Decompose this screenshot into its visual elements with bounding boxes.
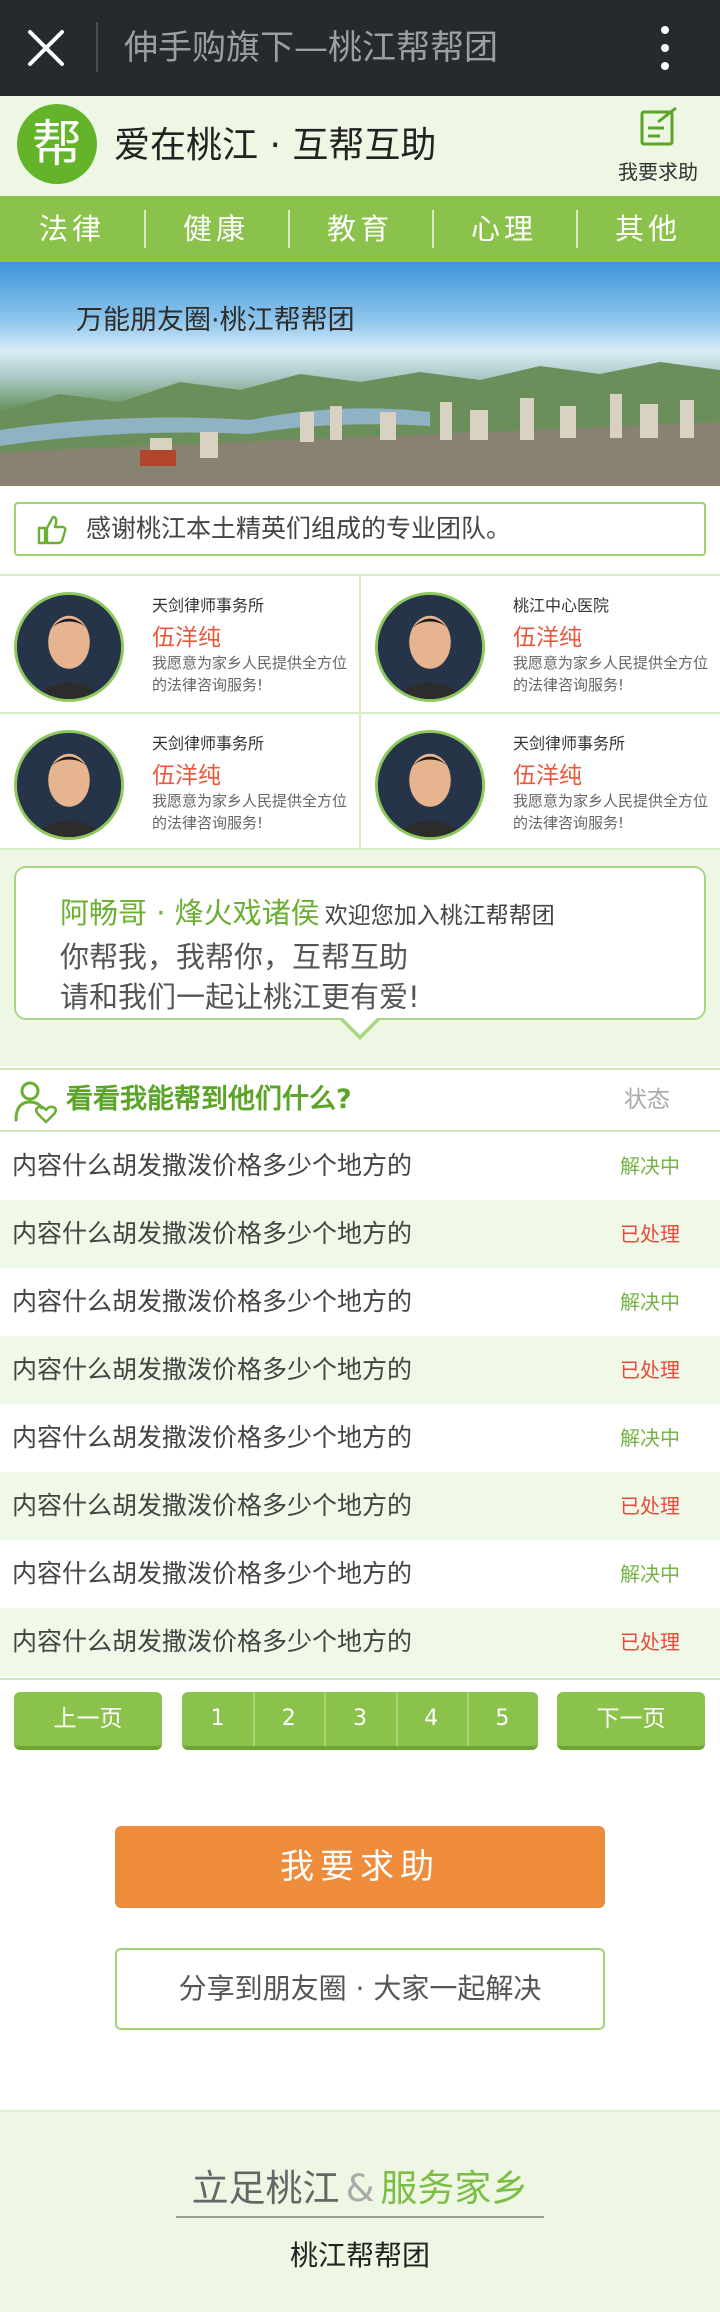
status-badge: 解决中 [620, 1154, 680, 1178]
city-skyline-image [0, 362, 720, 486]
expert-description: 我愿意为家乡人民提供全方位的法律咨询服务! [152, 654, 348, 694]
expert-description: 我愿意为家乡人民提供全方位的法律咨询服务! [513, 792, 709, 832]
status-badge: 解决中 [620, 1290, 680, 1314]
welcome-text: 欢迎您加入桃江帮帮团 [324, 903, 555, 929]
thanks-text: 感谢桃江本土精英们组成的专业团队。 [86, 514, 512, 543]
request-help-button[interactable]: 我要求助 [115, 1826, 605, 1908]
list-item-text[interactable]: 内容什么胡发撒泼价格多少个地方的 [12, 1336, 412, 1404]
list-item-text[interactable]: 内容什么胡发撒泼价格多少个地方的 [12, 1608, 412, 1676]
list-item-text[interactable]: 内容什么胡发撒泼价格多少个地方的 [12, 1200, 412, 1268]
avatar [375, 730, 485, 840]
list-item[interactable]: 内容什么胡发撒泼价格多少个地方的 已处理 [0, 1608, 720, 1676]
category-nav: 法律 健康 教育 心理 其他 [0, 196, 720, 262]
page-4-button[interactable]: 4 [395, 1692, 467, 1746]
footer-slogan: 立足桃江 & 服务家乡 [0, 2158, 720, 2212]
list-item-text[interactable]: 内容什么胡发撒泼价格多少个地方的 [12, 1540, 412, 1608]
avatar [14, 592, 124, 702]
page-1-button[interactable]: 1 [182, 1692, 253, 1746]
category-law[interactable]: 法律 [0, 196, 144, 262]
welcome-section: 阿畅哥 · 烽火戏诸侯 欢迎您加入桃江帮帮团 你帮我，我帮你，互帮互助 请和我们… [0, 850, 720, 1066]
list-item[interactable]: 内容什么胡发撒泼价格多少个地方的 解决中 [0, 1540, 720, 1608]
expert-organization: 天剑律师事务所 [513, 734, 626, 753]
top-bar: 伸手购旗下—桃江帮帮团 [0, 0, 720, 96]
page-5-button[interactable]: 5 [466, 1692, 538, 1746]
welcome-line-2: 你帮我，我帮你，互帮互助 [60, 940, 409, 974]
help-link-label: 我要求助 [618, 160, 698, 184]
logo: 帮 [17, 104, 97, 184]
status-badge: 已处理 [620, 1222, 680, 1246]
category-other[interactable]: 其他 [576, 196, 720, 262]
close-icon[interactable] [24, 26, 68, 70]
list-item-text[interactable]: 内容什么胡发撒泼价格多少个地方的 [12, 1268, 412, 1336]
list-item[interactable]: 内容什么胡发撒泼价格多少个地方的 解决中 [0, 1404, 720, 1472]
thumbs-up-icon [37, 515, 67, 545]
expert-card[interactable]: 天剑律师事务所 伍洋纯 我愿意为家乡人民提供全方位的法律咨询服务! [0, 576, 360, 712]
category-health[interactable]: 健康 [144, 196, 288, 262]
expert-organization: 桃江中心医院 [513, 596, 610, 615]
expert-organization: 天剑律师事务所 [152, 734, 265, 753]
topbar-divider [96, 22, 98, 72]
expert-name[interactable]: 伍洋纯 [152, 618, 221, 652]
expert-name[interactable]: 伍洋纯 [513, 756, 582, 790]
list-item[interactable]: 内容什么胡发撒泼价格多少个地方的 解决中 [0, 1268, 720, 1336]
welcome-line-3: 请和我们一起让桃江更有爱! [60, 980, 420, 1014]
slogan-left: 立足桃江 [191, 2167, 340, 2210]
welcome-line-1: 阿畅哥 · 烽火戏诸侯 欢迎您加入桃江帮帮团 [60, 890, 555, 932]
footer-team-name: 桃江帮帮团 [289, 2239, 430, 2272]
site-header: 帮 爱在桃江 · 互帮互助 我要求助 [0, 96, 720, 196]
list-item-text[interactable]: 内容什么胡发撒泼价格多少个地方的 [12, 1132, 412, 1200]
status-column-header: 状态 [624, 1087, 670, 1113]
help-list: 内容什么胡发撒泼价格多少个地方的 解决中 内容什么胡发撒泼价格多少个地方的 已处… [0, 1132, 720, 1676]
helping-person-icon [14, 1081, 58, 1124]
help-list-header: 看看我能帮到他们什么? 状态 [0, 1068, 720, 1132]
edit-note-icon [640, 106, 677, 146]
list-item[interactable]: 内容什么胡发撒泼价格多少个地方的 解决中 [0, 1132, 720, 1200]
pagination: 上一页 1 2 3 4 5 下一页 [0, 1678, 720, 1750]
status-badge: 解决中 [620, 1426, 680, 1450]
footer-divider [176, 2216, 544, 2218]
expert-organization: 天剑律师事务所 [152, 596, 265, 615]
list-item-text[interactable]: 内容什么胡发撒泼价格多少个地方的 [12, 1472, 412, 1540]
welcome-bubble: 阿畅哥 · 烽火戏诸侯 欢迎您加入桃江帮帮团 你帮我，我帮你，互帮互助 请和我们… [14, 866, 706, 1020]
list-item[interactable]: 内容什么胡发撒泼价格多少个地方的 已处理 [0, 1472, 720, 1540]
page-title: 伸手购旗下—桃江帮帮团 [124, 28, 498, 68]
category-education[interactable]: 教育 [288, 196, 432, 262]
banner-caption: 万能朋友圈·桃江帮帮团 [76, 305, 355, 336]
help-request-link[interactable]: 我要求助 [608, 106, 708, 185]
more-vertical-icon[interactable] [650, 22, 680, 74]
expert-description: 我愿意为家乡人民提供全方位的法律咨询服务! [152, 792, 348, 832]
slogan-ampersand: & [345, 2167, 375, 2210]
status-badge: 已处理 [620, 1630, 680, 1654]
avatar [14, 730, 124, 840]
user-nickname: 阿畅哥 · 烽火戏诸侯 [60, 896, 320, 930]
footer: 立足桃江 & 服务家乡 桃江帮帮团 [0, 2110, 720, 2312]
status-badge: 已处理 [620, 1358, 680, 1382]
expert-description: 我愿意为家乡人民提供全方位的法律咨询服务! [513, 654, 709, 694]
status-badge: 解决中 [620, 1562, 680, 1586]
help-list-title: 看看我能帮到他们什么? [66, 1084, 352, 1115]
page-3-button[interactable]: 3 [324, 1692, 395, 1746]
expert-name[interactable]: 伍洋纯 [513, 618, 582, 652]
site-title: 爱在桃江 · 互帮互助 [114, 125, 437, 166]
expert-card[interactable]: 天剑律师事务所 伍洋纯 我愿意为家乡人民提供全方位的法律咨询服务! [0, 714, 360, 850]
list-item-text[interactable]: 内容什么胡发撒泼价格多少个地方的 [12, 1404, 412, 1472]
city-banner: 万能朋友圈·桃江帮帮团 [0, 262, 720, 486]
expert-card[interactable]: 天剑律师事务所 伍洋纯 我愿意为家乡人民提供全方位的法律咨询服务! [361, 714, 720, 850]
slogan-right: 服务家乡 [380, 2167, 529, 2210]
page-numbers: 1 2 3 4 5 [182, 1692, 538, 1750]
avatar [375, 592, 485, 702]
share-moments-button[interactable]: 分享到朋友圈 · 大家一起解决 [115, 1948, 605, 2030]
expert-name[interactable]: 伍洋纯 [152, 756, 221, 790]
prev-page-button[interactable]: 上一页 [14, 1692, 162, 1750]
expert-card[interactable]: 桃江中心医院 伍洋纯 我愿意为家乡人民提供全方位的法律咨询服务! [361, 576, 720, 712]
page-2-button[interactable]: 2 [253, 1692, 324, 1746]
list-item[interactable]: 内容什么胡发撒泼价格多少个地方的 已处理 [0, 1336, 720, 1404]
experts-grid: 天剑律师事务所 伍洋纯 我愿意为家乡人民提供全方位的法律咨询服务! 桃江中心医院… [0, 574, 720, 850]
thanks-notice: 感谢桃江本土精英们组成的专业团队。 [14, 502, 706, 556]
category-psychology[interactable]: 心理 [432, 196, 576, 262]
list-item[interactable]: 内容什么胡发撒泼价格多少个地方的 已处理 [0, 1200, 720, 1268]
bubble-pointer-fill [341, 1016, 379, 1035]
next-page-button[interactable]: 下一页 [557, 1692, 705, 1750]
status-badge: 已处理 [620, 1494, 680, 1518]
